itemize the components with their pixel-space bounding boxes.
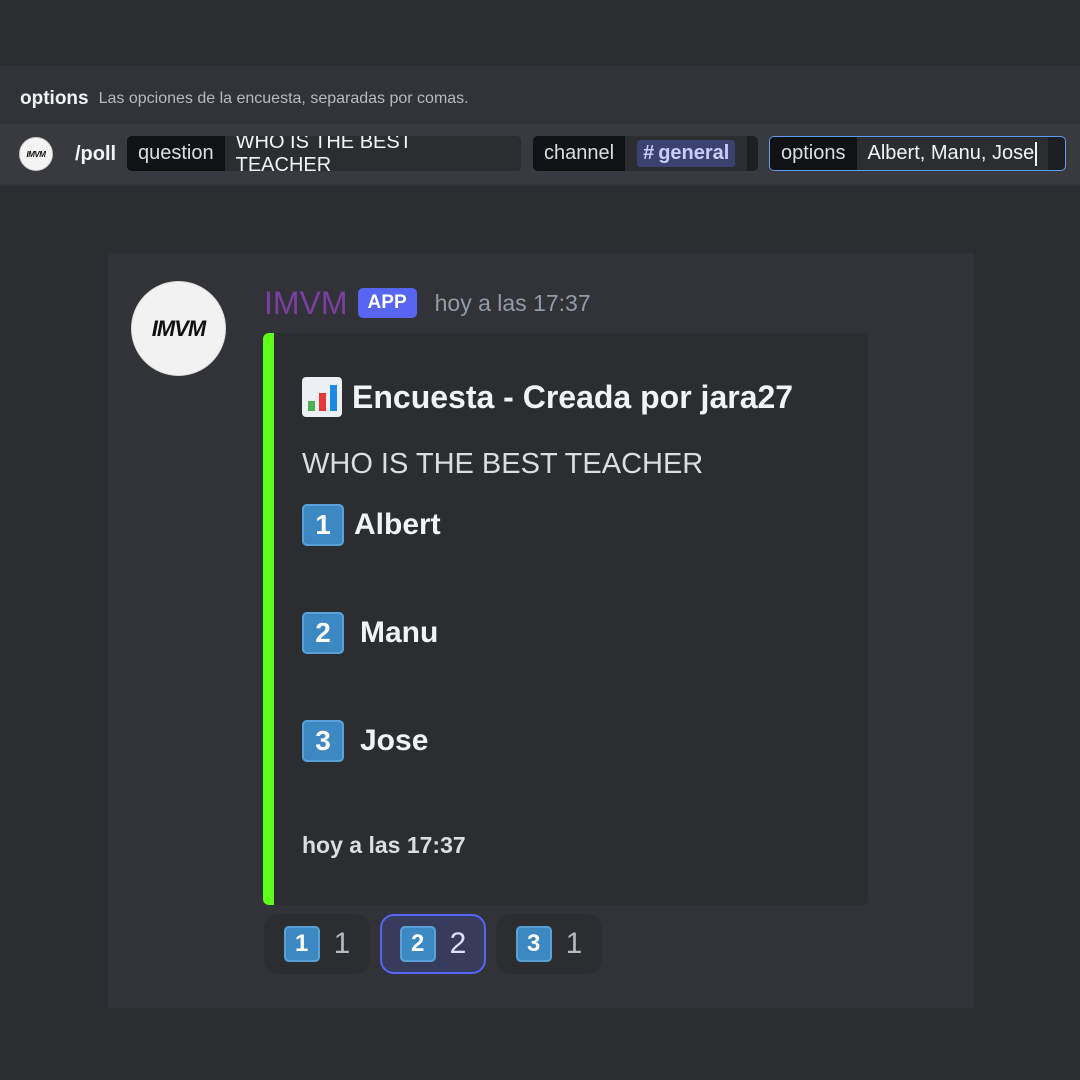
param-channel-label: channel <box>533 136 626 171</box>
keycap-1-icon: 1 <box>302 504 344 546</box>
embed-question: WHO IS THE BEST TEACHER <box>302 448 704 480</box>
param-question-value[interactable]: WHO IS THE BEST TEACHER <box>224 136 521 171</box>
message-header: IMVM APP hoy a las 17:37 <box>264 283 591 323</box>
poll-option-label: Jose <box>360 724 429 757</box>
option-hint-name: options <box>20 88 89 109</box>
keycap-2-icon: 2 <box>399 926 436 962</box>
reaction-1-button[interactable]: 1 1 <box>264 914 370 974</box>
embed-footer-timestamp: hoy a las 17:37 <box>302 832 466 858</box>
command-name: /poll <box>75 143 117 165</box>
option-hint: options Las opciones de la encuesta, sep… <box>20 87 469 111</box>
param-question-chip[interactable]: question WHO IS THE BEST TEACHER <box>127 136 521 171</box>
channel-mention[interactable]: # general <box>637 140 736 167</box>
reaction-2-button[interactable]: 2 2 <box>380 914 486 974</box>
param-options-input[interactable]: Albert, Manu, Jose <box>856 137 1049 170</box>
poll-option-label: Albert <box>354 508 441 541</box>
embed-accent-bar <box>263 333 274 905</box>
poll-option: 2 Manu <box>302 612 438 654</box>
top-background <box>0 0 1080 66</box>
command-app-avatar: IMVM <box>19 137 53 171</box>
author-avatar[interactable]: IMVM <box>131 281 226 376</box>
hash-icon: # <box>643 142 655 164</box>
reaction-count: 2 <box>449 927 467 960</box>
param-options-label: options <box>770 137 857 170</box>
param-options-chip[interactable]: options Albert, Manu, Jose <box>769 136 1066 171</box>
param-question-label: question <box>127 136 225 171</box>
poll-option: 1 Albert <box>302 504 441 546</box>
embed-title: Encuesta - Creada por jara27 <box>302 376 793 418</box>
reaction-count: 1 <box>333 927 351 960</box>
param-channel-chip[interactable]: channel # general <box>533 136 758 171</box>
keycap-3-icon: 3 <box>515 926 552 962</box>
app-badge: APP <box>357 288 417 318</box>
reaction-3-button[interactable]: 3 1 <box>496 914 602 974</box>
message-timestamp: hoy a las 17:37 <box>434 289 591 316</box>
author-name[interactable]: IMVM <box>264 285 348 322</box>
poll-option: 3 Jose <box>302 720 428 762</box>
embed-title-text: Encuesta - Creada por jara27 <box>352 378 794 415</box>
param-options-value: Albert, Manu, Jose <box>867 142 1035 164</box>
keycap-2-icon: 2 <box>302 612 344 654</box>
poll-option-label: Manu <box>360 616 439 649</box>
keycap-3-icon: 3 <box>302 720 344 762</box>
bar-chart-icon <box>302 377 342 417</box>
channel-mention-name: general <box>658 142 730 164</box>
reaction-count: 1 <box>565 927 583 960</box>
keycap-1-icon: 1 <box>283 926 320 962</box>
text-caret <box>1035 141 1038 166</box>
option-hint-description: Las opciones de la encuesta, separadas p… <box>98 90 469 107</box>
